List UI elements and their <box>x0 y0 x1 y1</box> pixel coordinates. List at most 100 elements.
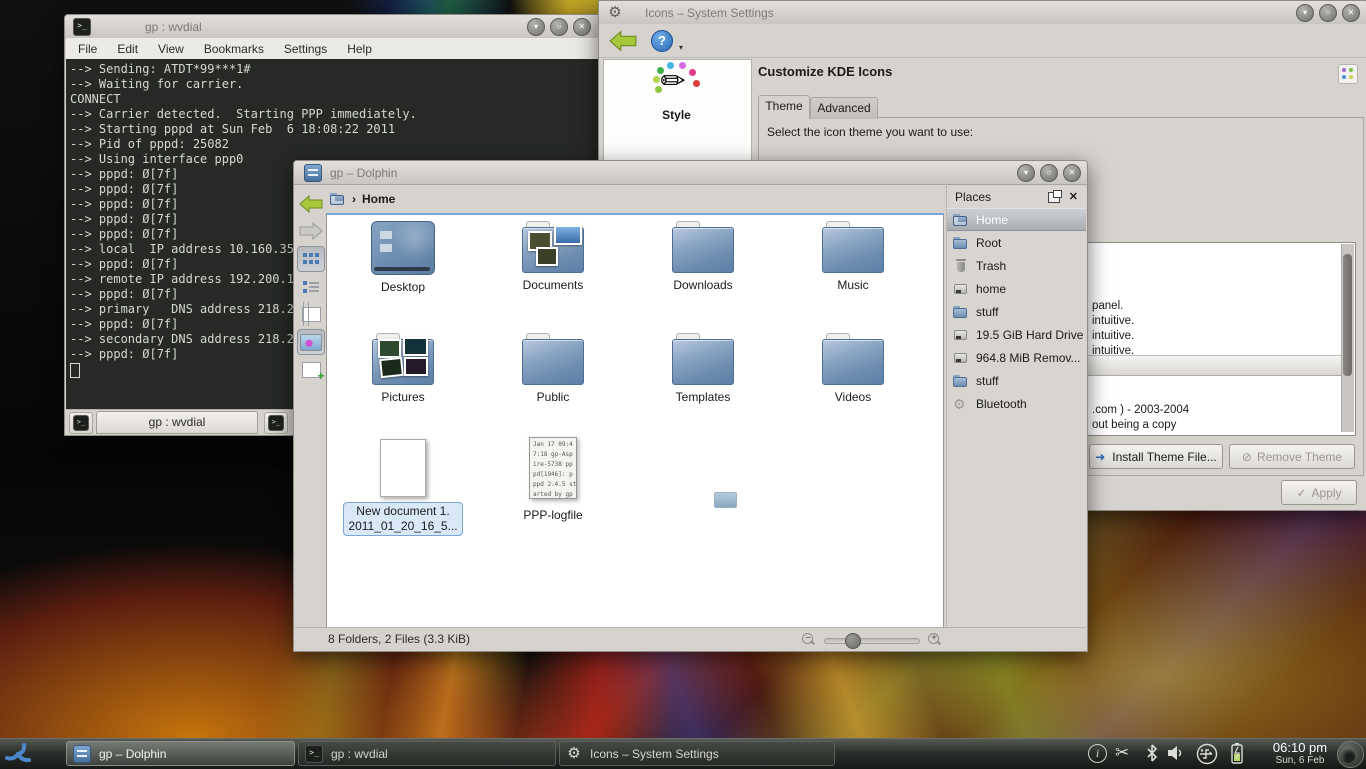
place-home[interactable]: Home <box>947 208 1086 231</box>
dolphin-titlebar[interactable]: gp – Dolphin ▾ ○ ✕ <box>294 161 1087 185</box>
zoom-out-icon[interactable]: – <box>802 633 815 646</box>
folder-item[interactable]: Documents <box>479 221 627 292</box>
notifications-icon[interactable]: i <box>1088 744 1107 763</box>
terminal-cursor <box>70 363 80 378</box>
icons-view-button[interactable] <box>297 246 325 272</box>
details-view-icon <box>303 281 320 294</box>
tab-list-button[interactable]: >_ <box>264 412 288 434</box>
device-notifier-icon[interactable] <box>1196 743 1218 765</box>
folder-item[interactable]: Videos <box>779 333 927 404</box>
task-dolphin[interactable]: gp – Dolphin <box>66 741 295 766</box>
close-panel-icon[interactable]: ✕ <box>1069 190 1078 203</box>
minimize-icon[interactable]: ▾ <box>1017 164 1035 182</box>
tab-advanced[interactable]: Advanced <box>810 97 878 119</box>
zoom-slider-handle[interactable] <box>845 633 861 649</box>
clipboard-scissors-icon[interactable]: ✂ <box>1115 743 1129 763</box>
maximize-icon[interactable]: ○ <box>550 18 568 36</box>
help-icon[interactable]: ? <box>651 30 673 52</box>
instruction-text: Select the icon theme you want to use: <box>767 125 973 139</box>
scrollbar-thumb[interactable] <box>1343 254 1352 376</box>
folder-item[interactable]: Desktop <box>329 221 477 294</box>
file-manager-icon <box>73 745 91 763</box>
folder-item[interactable]: Music <box>779 221 927 292</box>
module-help-icon[interactable] <box>1338 64 1358 84</box>
folder-icon <box>953 236 969 250</box>
place-home-partition[interactable]: home <box>947 277 1086 300</box>
task-terminal[interactable]: >_ gp : wvdial <box>298 741 556 766</box>
scrollbar[interactable] <box>1341 244 1354 432</box>
close-icon[interactable]: ✕ <box>1342 4 1360 22</box>
place-hard-drive[interactable]: 19.5 GiB Hard Drive <box>947 323 1086 346</box>
zoom-in-icon[interactable]: + <box>928 633 941 646</box>
back-icon[interactable] <box>609 30 637 52</box>
place-stuff[interactable]: stuff <box>947 300 1086 323</box>
settings-titlebar[interactable]: ⚙ Icons – System Settings ▾ ○ ✕ <box>599 1 1366 25</box>
float-panel-icon[interactable] <box>1048 192 1060 203</box>
menu-settings[interactable]: Settings <box>284 42 327 56</box>
place-stuff2[interactable]: stuff <box>947 369 1086 392</box>
maximize-icon[interactable]: ○ <box>1040 164 1058 182</box>
volume-icon[interactable] <box>1168 745 1184 761</box>
file-item-selected[interactable]: New document 1. 2011_01_20_16_5... <box>329 439 477 536</box>
columns-view-button[interactable] <box>298 302 324 326</box>
menu-bookmarks[interactable]: Bookmarks <box>204 42 264 56</box>
folder-item[interactable]: Templates <box>629 333 777 404</box>
app-launcher-icon[interactable] <box>5 741 31 767</box>
theme-description-fragment: .com ) - 2003-2004 <box>1092 404 1189 416</box>
task-system-settings[interactable]: ⚙ Icons – System Settings <box>559 741 835 766</box>
install-theme-button[interactable]: ➜ Install Theme File... <box>1089 444 1223 469</box>
menu-file[interactable]: File <box>78 42 97 56</box>
menu-view[interactable]: View <box>158 42 184 56</box>
new-tab-button[interactable]: >_ <box>69 412 93 434</box>
zoom-slider[interactable] <box>824 638 920 644</box>
panel-tool-cashew-icon[interactable] <box>1337 741 1364 768</box>
close-icon[interactable]: ✕ <box>1063 164 1081 182</box>
selected-file-label: New document 1. 2011_01_20_16_5... <box>343 502 462 536</box>
drag-ghost-icon <box>714 492 737 508</box>
logfile-icon: Jan 17 09:4 7:18 gp-Asp ire-5738 pp pd[1… <box>529 437 577 499</box>
close-icon[interactable]: ✕ <box>573 18 591 36</box>
folder-icon <box>953 305 969 319</box>
preview-button[interactable] <box>297 329 325 355</box>
chevron-down-icon[interactable]: ▾ <box>679 43 683 52</box>
places-panel: Places ✕ Home Root Trash home stuff 19.5… <box>946 186 1086 650</box>
sidebar-item-style[interactable]: ✏ Style <box>604 64 749 122</box>
file-item[interactable]: Jan 17 09:4 7:18 gp-Asp ire-5738 pp pd[1… <box>479 437 627 522</box>
folder-item[interactable]: Public <box>479 333 627 404</box>
bluetooth-icon[interactable] <box>1146 744 1158 762</box>
folder-icon <box>822 333 884 385</box>
list-text-fragment: panel. <box>1092 300 1123 312</box>
terminal-titlebar[interactable]: >_ gp : wvdial ▾ ○ ✕ <box>65 15 605 39</box>
battery-icon[interactable] <box>1228 742 1246 766</box>
home-icon[interactable] <box>330 192 346 206</box>
maximize-icon[interactable]: ○ <box>1319 4 1337 22</box>
terminal-tab[interactable]: gp : wvdial <box>96 411 258 434</box>
settings-title: Icons – System Settings <box>645 6 774 20</box>
split-view-button[interactable]: + <box>298 358 324 382</box>
settings-toolbar: ? ▾ <box>599 24 1366 58</box>
folder-item[interactable]: Downloads <box>629 221 777 292</box>
remove-theme-button[interactable]: ⊘ Remove Theme <box>1229 444 1355 469</box>
breadcrumb-home[interactable]: Home <box>362 192 395 206</box>
place-trash[interactable]: Trash <box>947 254 1086 277</box>
minimize-icon[interactable]: ▾ <box>1296 4 1314 22</box>
folder-item[interactable]: Pictures <box>329 333 477 404</box>
sidebar-item-label: Style <box>604 108 749 122</box>
folder-view[interactable]: Desktop Documents Downloads Music <box>326 213 944 628</box>
details-view-button[interactable] <box>298 275 324 299</box>
check-icon: ✓ <box>1296 486 1306 500</box>
menu-edit[interactable]: Edit <box>117 42 138 56</box>
back-button[interactable] <box>298 192 324 216</box>
apply-button[interactable]: ✓ Apply <box>1281 480 1357 505</box>
menu-help[interactable]: Help <box>347 42 372 56</box>
clock[interactable]: 06:10 pm Sun, 6 Feb <box>1262 740 1338 767</box>
list-text-fragment: intuitive. <box>1092 315 1134 327</box>
minimize-icon[interactable]: ▾ <box>527 18 545 36</box>
dolphin-statusbar: 8 Folders, 2 Files (3.3 KiB) – + <box>295 627 1086 650</box>
tab-theme[interactable]: Theme <box>758 95 810 119</box>
place-root[interactable]: Root <box>947 231 1086 254</box>
place-removable[interactable]: 964.8 MiB Remov... <box>947 346 1086 369</box>
desktop-folder-icon <box>371 221 435 275</box>
forward-button[interactable] <box>298 219 324 243</box>
place-bluetooth[interactable]: ⚙Bluetooth <box>947 392 1086 415</box>
